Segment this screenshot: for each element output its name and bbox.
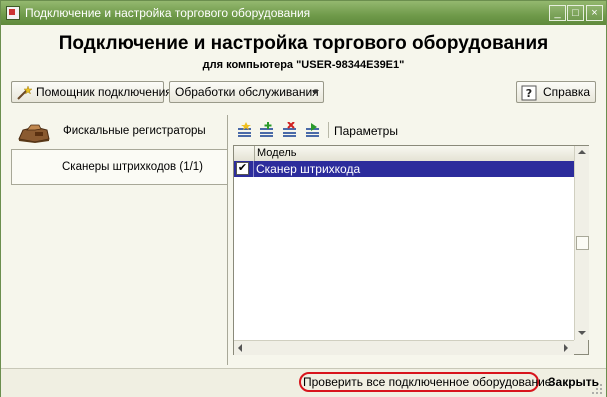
cell-separator [253,161,254,177]
help-label: Справка [543,85,591,99]
device-table[interactable]: Модель ✔ Сканер штрихкода [233,145,589,355]
help-icon: ? [521,85,537,101]
column-header-model[interactable]: Модель [257,147,296,159]
vertical-scrollbar[interactable] [574,146,589,340]
wizard-wand-icon [17,85,32,100]
window-title: Подключение и настройка торгового оборуд… [25,6,311,20]
table-row[interactable]: ✔ Сканер штрихкода [234,161,574,177]
svg-text:?: ? [526,87,532,100]
scroll-right-icon[interactable] [564,344,568,352]
check-all-equipment-button[interactable]: Проверить все подключенное оборудование [303,375,551,389]
service-processing-dropdown[interactable]: Обработки обслуживания [169,81,324,103]
help-button[interactable]: ? Справка [516,81,596,103]
title-bar[interactable]: Подключение и настройка торгового оборуд… [1,1,606,25]
toolbar-separator [328,122,329,138]
service-processing-label: Обработки обслуживания [175,85,319,99]
scroll-left-icon[interactable] [238,344,242,352]
scroll-up-icon[interactable] [578,150,586,154]
delete-icon[interactable] [282,122,298,138]
tab-fiscal-registers-label: Фискальные регистраторы [63,125,206,137]
scrollbar-corner [574,340,588,354]
set-icon[interactable] [305,122,321,138]
equipment-window: Подключение и настройка торгового оборуд… [0,0,607,397]
chevron-down-icon [312,90,319,94]
maximize-icon[interactable]: □ [567,5,584,21]
row-model-cell: Сканер штрихкода [256,162,361,176]
minimize-icon[interactable]: _ [549,5,566,21]
connection-wizard-button[interactable]: Помощник подключения [11,81,172,103]
row-checkbox[interactable]: ✔ [236,162,249,175]
checkbox-column-header [234,146,255,161]
add-icon[interactable] [237,122,253,138]
parameters-button[interactable]: Параметры [334,124,398,138]
add-copy-icon[interactable] [259,122,275,138]
close-icon[interactable]: × [586,5,603,21]
computer-name: для компьютера "USER-98344E39E1" [202,59,405,71]
tab-fiscal-registers[interactable]: Фискальные регистраторы [11,115,227,149]
scroll-down-icon[interactable] [578,331,586,335]
resize-grip-icon[interactable] [591,383,603,395]
connection-wizard-label: Помощник подключения [36,85,172,99]
tab-barcode-scanners-label: Сканеры штрихкодов (1/1) [62,161,204,173]
app-icon [6,6,20,20]
horizontal-scrollbar[interactable] [234,340,574,355]
fiscal-register-icon [18,124,50,143]
equipment-type-tabs: Фискальные регистраторы Сканеры штрихкод… [11,115,227,185]
table-header: Модель [234,146,574,162]
status-bar: Проверить все подключенное оборудование … [1,368,606,397]
tab-barcode-scanners[interactable]: Сканеры штрихкодов (1/1) [11,149,227,185]
page-title: Подключение и настройка торгового оборуд… [58,33,549,54]
scroll-thumb[interactable] [576,236,589,250]
